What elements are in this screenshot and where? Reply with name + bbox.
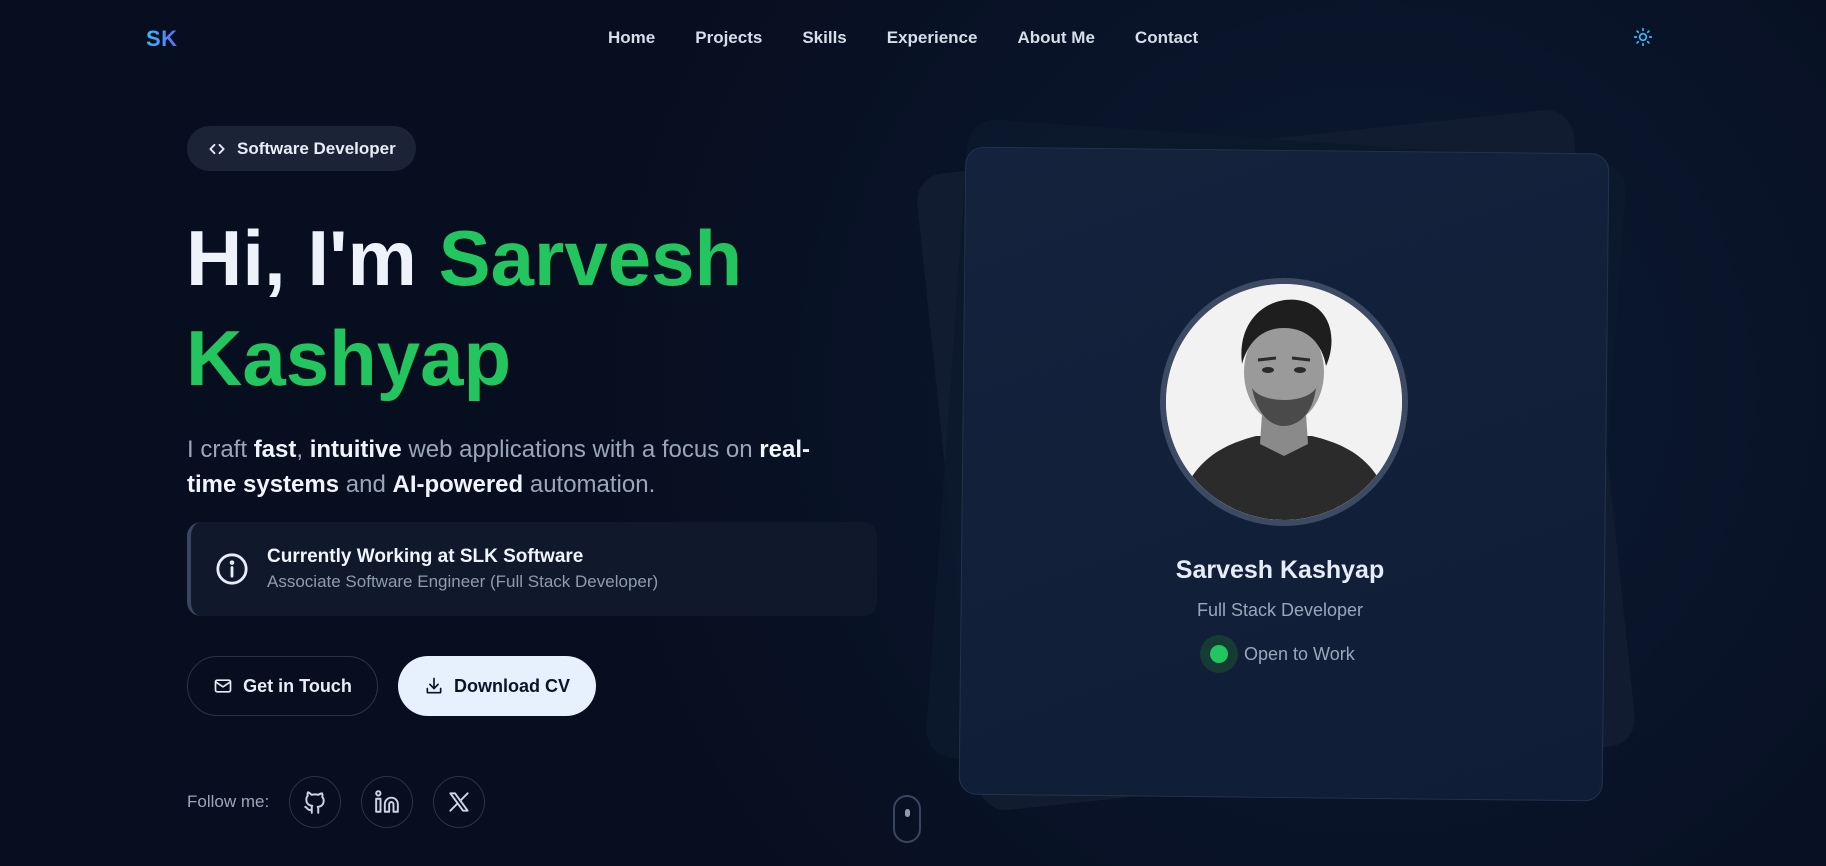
- status-dot-icon: [1210, 645, 1228, 663]
- github-link[interactable]: [289, 776, 342, 828]
- nav-home[interactable]: Home: [608, 28, 655, 48]
- nav-skills[interactable]: Skills: [802, 28, 846, 48]
- linkedin-link[interactable]: [361, 776, 414, 828]
- role-badge: Software Developer: [187, 126, 416, 171]
- desc-text: and: [339, 471, 393, 498]
- profile-name: Sarvesh Kashyap: [1175, 556, 1385, 584]
- current-work-card: Currently Working at SLK Software Associ…: [187, 522, 877, 616]
- sun-icon: [1633, 27, 1653, 47]
- desc-text: web applications with a focus on: [401, 436, 760, 463]
- x-link[interactable]: [433, 776, 486, 828]
- nav-contact[interactable]: Contact: [1135, 28, 1198, 48]
- get-in-touch-button[interactable]: Get in Touch: [187, 656, 378, 716]
- current-work-title: Currently Working at SLK Software: [267, 546, 584, 567]
- avatar: [1160, 278, 1408, 526]
- scroll-indicator-dot: [905, 809, 910, 817]
- main-nav: Home Projects Skills Experience About Me…: [608, 28, 1198, 48]
- linkedin-icon: [375, 790, 399, 813]
- hero-description: I craft fast, intuitive web applications…: [187, 432, 847, 502]
- download-cv-label: Download CV: [454, 675, 570, 696]
- follow-label: Follow me:: [187, 792, 270, 811]
- hero-title: Hi, I'm Sarvesh Kashyap: [186, 208, 806, 408]
- availability-status-label: Open to Work: [1244, 643, 1355, 664]
- desc-bold: intuitive: [309, 436, 402, 463]
- mail-icon: [214, 679, 232, 693]
- x-icon: [449, 792, 469, 812]
- desc-text: automation.: [523, 471, 656, 498]
- logo[interactable]: SK: [146, 26, 178, 52]
- current-work-subtitle: Associate Software Engineer (Full Stack …: [267, 572, 659, 591]
- download-cv-button[interactable]: Download CV: [398, 656, 596, 716]
- profile-role: Full Stack Developer: [1196, 600, 1364, 620]
- status-indicator: [1200, 635, 1238, 673]
- desc-text: I craft: [187, 436, 254, 463]
- profile-photo: [1166, 284, 1402, 520]
- page: SK Home Projects Skills Experience About…: [0, 0, 1826, 866]
- info-icon: [216, 553, 248, 585]
- hero-title-first-name: Sarvesh: [438, 214, 743, 302]
- code-icon: [209, 143, 225, 154]
- nav-about-me[interactable]: About Me: [1017, 28, 1094, 48]
- github-icon: [304, 791, 325, 814]
- nav-projects[interactable]: Projects: [695, 28, 762, 48]
- nav-experience[interactable]: Experience: [887, 28, 978, 48]
- hero-title-last-name: Kashyap: [186, 314, 512, 402]
- current-work-text: Currently Working at SLK Software Associ…: [267, 546, 658, 592]
- theme-toggle-button[interactable]: [1632, 26, 1654, 48]
- desc-bold: fast: [253, 436, 297, 463]
- hero-title-prefix: Hi, I'm: [186, 214, 439, 302]
- desc-bold: AI-powered: [392, 471, 524, 498]
- get-in-touch-label: Get in Touch: [243, 675, 352, 696]
- social-links: Follow me:: [187, 776, 486, 828]
- download-icon: [426, 677, 442, 694]
- scroll-indicator[interactable]: [893, 795, 921, 843]
- role-badge-label: Software Developer: [237, 138, 396, 158]
- availability-status: Open to Work: [1200, 635, 1355, 673]
- desc-text: ,: [296, 436, 310, 463]
